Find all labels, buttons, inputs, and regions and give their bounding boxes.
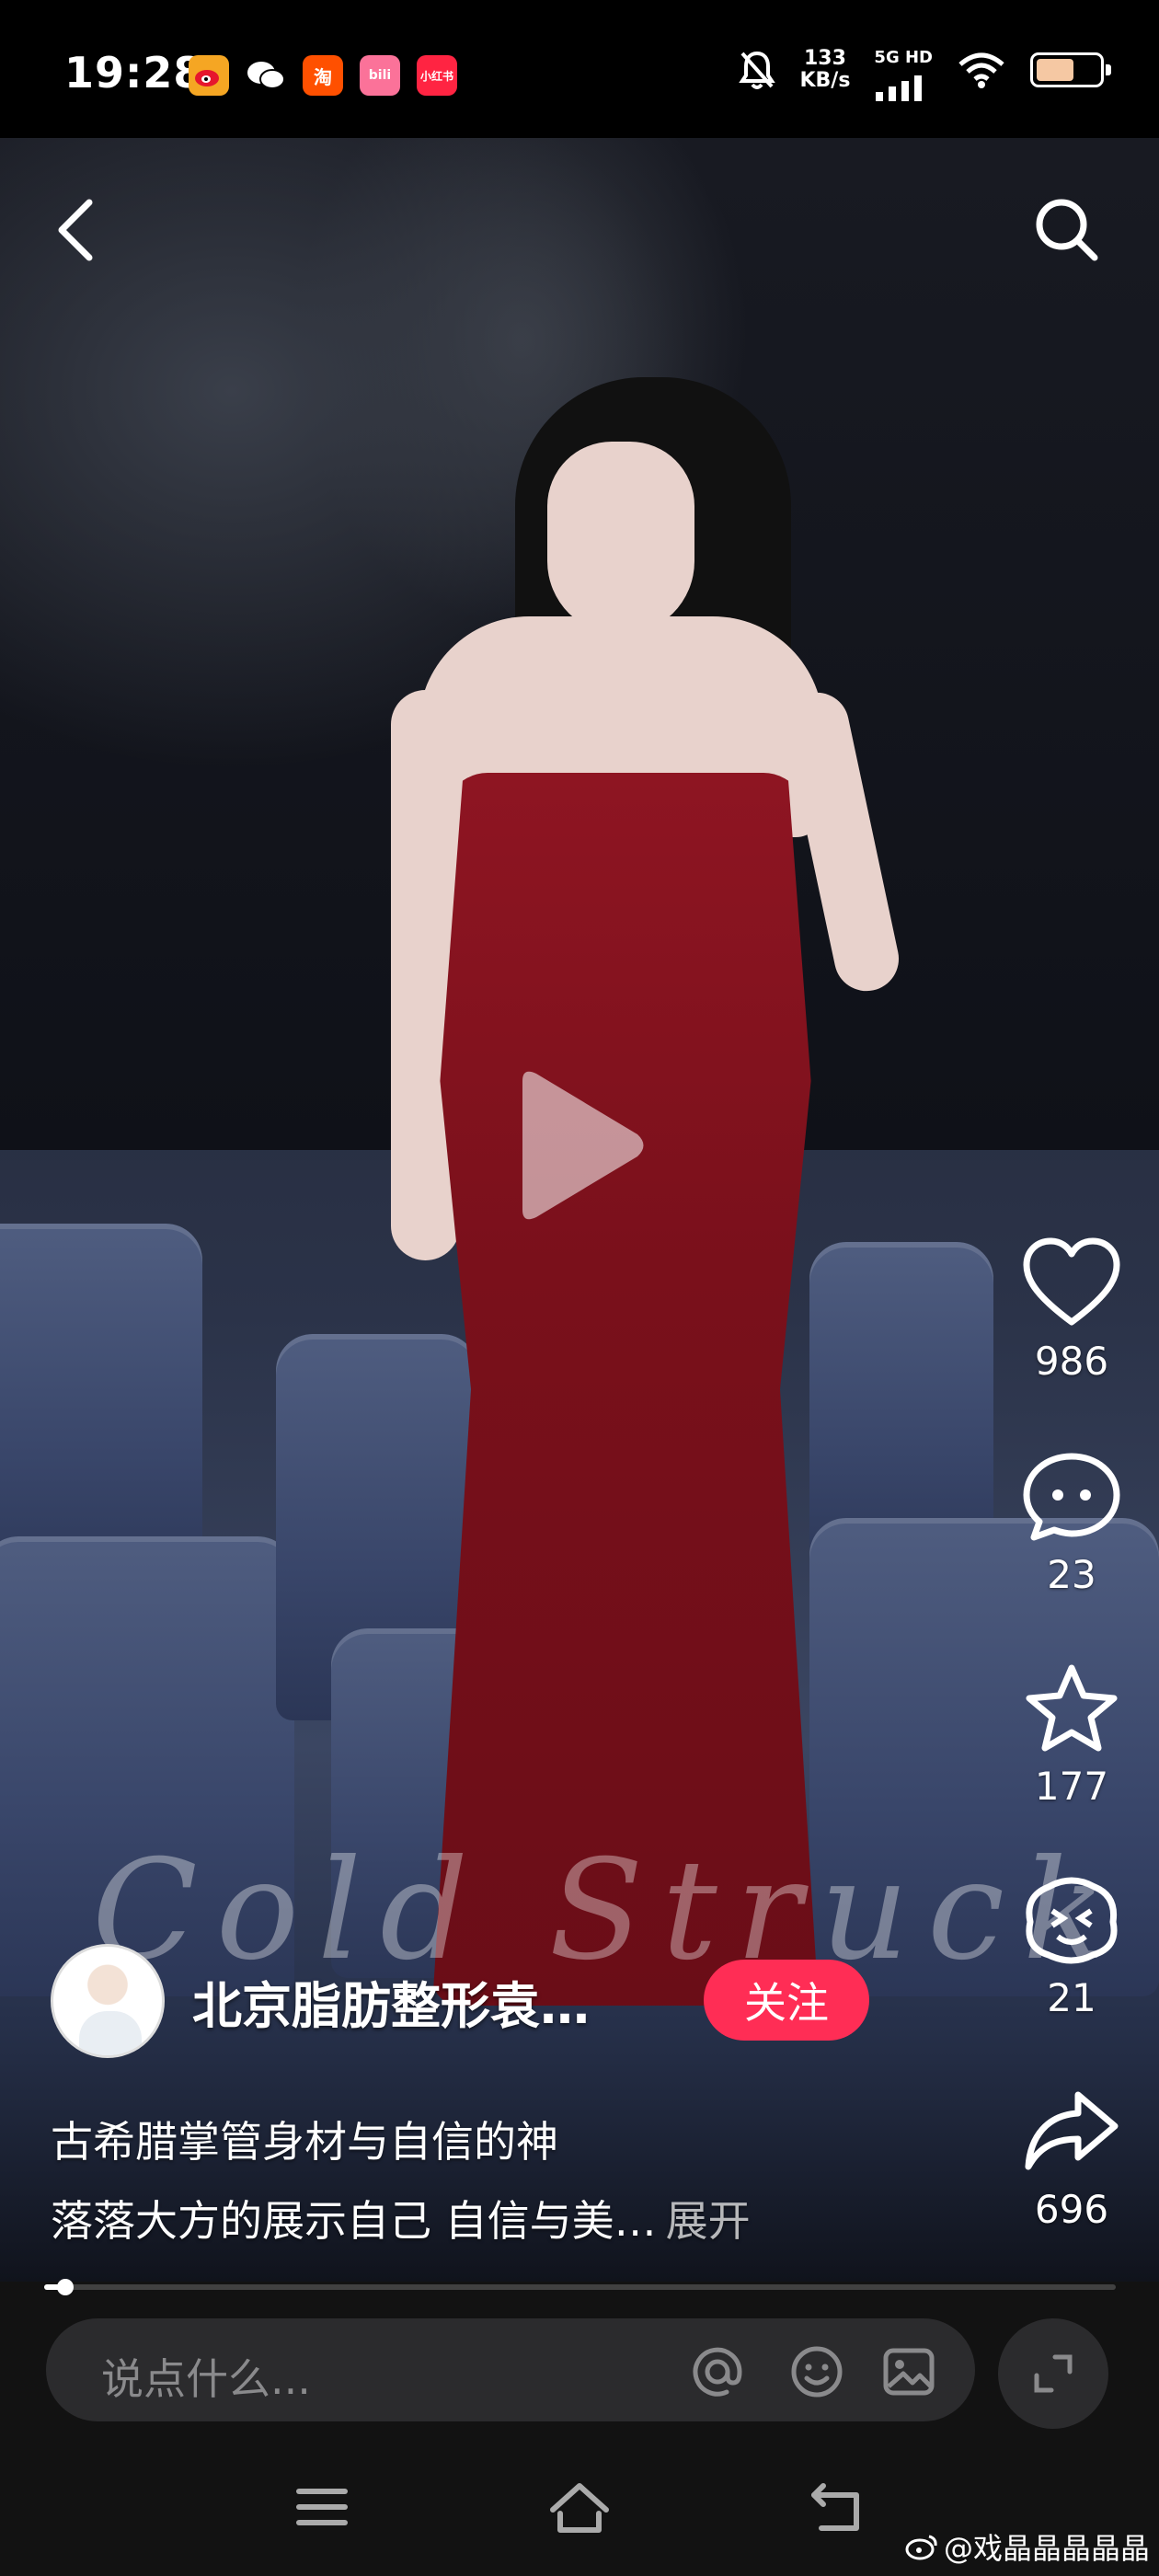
favorite-count: 177 — [1034, 1764, 1109, 1809]
watermark-text: @戏晶晶晶晶晶 — [943, 2531, 1150, 2566]
share-button[interactable]: 696 — [1016, 2086, 1127, 2232]
signal-bars-icon — [876, 75, 923, 101]
author-name[interactable]: 北京脂肪整形袁… — [192, 1965, 590, 2038]
description-line-2: 落落大方的展示自己 自信与美… 展开 — [51, 2196, 751, 2246]
like-button[interactable]: 986 — [1016, 1237, 1127, 1384]
comment-placeholder: 说点什么... — [101, 2354, 311, 2404]
notification-app-icons: 淘 bili 小红书 — [189, 55, 457, 96]
description-line-1: 古希腊掌管身材与自信的神 — [51, 2117, 558, 2167]
like-count: 986 — [1034, 1339, 1109, 1384]
video-description[interactable]: 古希腊掌管身材与自信的神 落落大方的展示自己 自信与美… 展开 — [51, 2102, 751, 2260]
play-icon[interactable] — [504, 1063, 651, 1228]
comment-icon — [1023, 1453, 1120, 1541]
menu-icon[interactable] — [290, 2475, 354, 2539]
wifi-icon — [958, 52, 1004, 88]
video-figure-face — [547, 442, 694, 635]
taobao-icon: 淘 — [303, 55, 343, 96]
video-figure-dress — [432, 773, 819, 2006]
weibo-icon — [189, 55, 229, 96]
avatar[interactable] — [51, 1944, 165, 2058]
image-icon[interactable] — [881, 2344, 936, 2399]
mute-icon — [739, 51, 776, 89]
home-icon[interactable] — [547, 2475, 612, 2539]
wechat-icon — [246, 55, 286, 96]
star-icon — [1026, 1664, 1118, 1752]
back-arrow-icon[interactable] — [51, 193, 106, 267]
heart-icon — [1023, 1237, 1120, 1326]
fullscreen-icon — [1034, 2354, 1073, 2393]
status-bar: 19:28 淘 bili 小红书 133 KB/s 5G HD — [0, 0, 1159, 138]
status-time: 19:28 — [64, 48, 204, 98]
weibo-logo-icon — [905, 2535, 937, 2560]
emoji-count: 21 — [1047, 1975, 1096, 2020]
xiaohongshu-icon: 小红书 — [417, 55, 457, 96]
video-progress-bar[interactable] — [44, 2279, 1116, 2295]
battery-level — [1037, 59, 1073, 81]
emoji-button[interactable]: 21 — [1016, 1874, 1127, 2020]
comment-count: 23 — [1047, 1552, 1096, 1597]
status-right: 133 KB/s 5G HD — [739, 47, 1111, 101]
emoji-sticker-icon — [1026, 1877, 1118, 1964]
signal-label: 5G HD — [874, 47, 933, 67]
emoji-icon[interactable] — [789, 2344, 844, 2399]
follow-button[interactable]: 关注 — [704, 1960, 869, 2041]
favorite-button[interactable]: 177 — [1016, 1662, 1127, 1809]
bilibili-icon: bili — [360, 55, 400, 96]
share-count: 696 — [1034, 2187, 1109, 2232]
cell-signal: 5G HD — [874, 48, 933, 101]
network-speed: 133 KB/s — [799, 47, 851, 92]
mention-icon[interactable] — [690, 2344, 745, 2399]
back-nav-icon[interactable] — [805, 2475, 869, 2539]
battery-icon — [1030, 52, 1111, 87]
author-row: 北京脂肪整形袁… — [51, 1941, 590, 2061]
comment-input[interactable]: 说点什么... — [46, 2318, 975, 2421]
expand-link[interactable]: 展开 — [666, 2196, 751, 2246]
share-icon — [1025, 2091, 1119, 2170]
search-icon[interactable] — [1030, 193, 1104, 267]
comment-button[interactable]: 23 — [1016, 1451, 1127, 1597]
fullscreen-button[interactable] — [998, 2318, 1108, 2429]
watermark-credit: @戏晶晶晶晶晶 — [905, 2525, 1150, 2568]
